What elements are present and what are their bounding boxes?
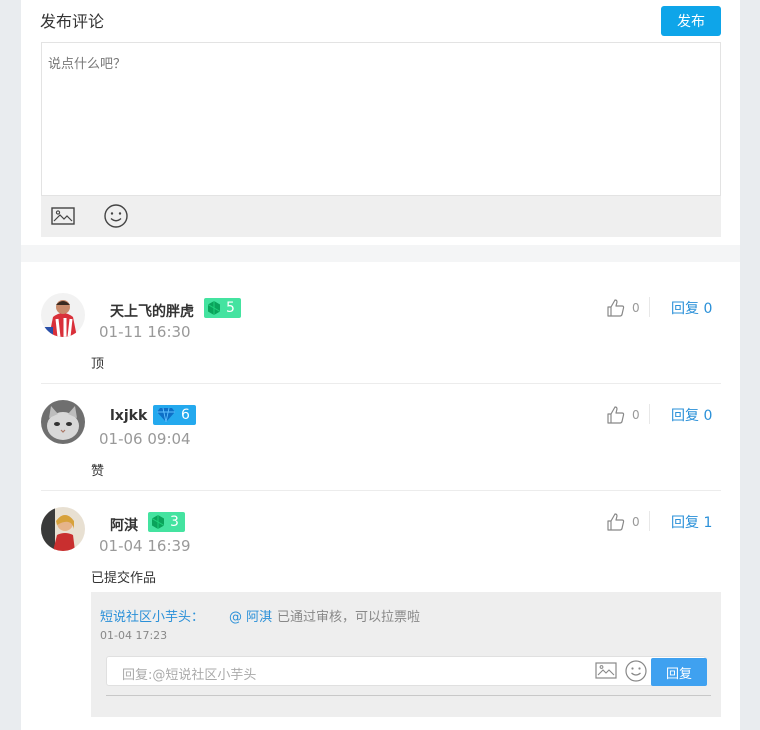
emoji-icon[interactable] — [625, 660, 647, 686]
comment-item: lxjkk 6 01-06 09:04 赞 0 回复 0 — [41, 400, 721, 480]
sub-reply-text: 已通过审核，可以拉票啦 — [277, 610, 421, 625]
separator — [649, 511, 650, 531]
badge-level: 5 — [226, 300, 235, 316]
divider — [41, 383, 721, 384]
sub-reply-box: 短说社区小芋头： @ 阿淇 已通过审核，可以拉票啦 01-04 17:23 回复… — [91, 592, 721, 717]
image-icon[interactable] — [50, 204, 76, 228]
divider — [41, 490, 721, 491]
comment-text: 赞 — [91, 464, 105, 479]
sub-reply-mention[interactable]: @ 阿淇 — [229, 606, 272, 625]
divider — [106, 695, 711, 696]
gem-icon — [208, 301, 220, 315]
sub-reply-time: 01-04 17:23 — [100, 629, 168, 642]
section-gap — [21, 245, 740, 262]
compose-toolbar — [41, 196, 721, 237]
comment-text: 已提交作品 — [91, 571, 157, 586]
like-button[interactable]: 0 — [606, 297, 640, 319]
reply-submit-button[interactable]: 回复 — [651, 658, 707, 686]
comment-item: 天上飞的胖虎 5 01-11 16:30 顶 0 回复 0 — [41, 293, 721, 373]
comment-textarea[interactable]: 说点什么吧？ — [41, 42, 721, 196]
sub-reply-author[interactable]: 短说社区小芋头： — [100, 606, 204, 625]
comment-placeholder: 说点什么吧？ — [48, 57, 127, 72]
compose-title: 发布评论 — [40, 12, 105, 31]
level-badge: 3 — [148, 512, 185, 532]
reply-input[interactable]: 回复:@短说社区小芋头 回复 — [106, 656, 707, 686]
separator — [649, 404, 650, 424]
thumbs-up-icon — [607, 299, 625, 317]
thumbs-up-icon — [607, 513, 625, 531]
like-count: 0 — [632, 515, 640, 529]
badge-level: 6 — [181, 407, 190, 423]
like-count: 0 — [632, 301, 640, 315]
comment-text: 顶 — [91, 357, 105, 372]
publish-button[interactable]: 发布 — [661, 6, 721, 36]
reply-button[interactable]: 回复 1 — [671, 512, 712, 532]
username[interactable]: 阿淇 — [110, 515, 138, 535]
like-button[interactable]: 0 — [606, 511, 640, 533]
like-button[interactable]: 0 — [606, 404, 640, 426]
level-badge: 6 — [153, 405, 196, 425]
diamond-icon — [157, 408, 175, 422]
reply-placeholder: 回复:@短说社区小芋头 — [122, 668, 257, 683]
thumbs-up-icon — [607, 406, 625, 424]
comment-time: 01-06 09:04 — [99, 430, 191, 448]
avatar[interactable] — [41, 507, 85, 551]
comment-time: 01-11 16:30 — [99, 323, 191, 341]
comment-time: 01-04 16:39 — [99, 537, 191, 555]
avatar[interactable] — [41, 293, 85, 337]
reply-button[interactable]: 回复 0 — [671, 405, 712, 425]
reply-button[interactable]: 回复 0 — [671, 298, 712, 318]
emoji-icon[interactable] — [103, 204, 129, 228]
username[interactable]: lxjkk — [110, 408, 147, 424]
comment-item: 阿淇 3 01-04 16:39 已提交作品 0 回复 1 — [41, 507, 721, 587]
avatar[interactable] — [41, 400, 85, 444]
level-badge: 5 — [204, 298, 241, 318]
gem-icon — [152, 515, 164, 529]
like-count: 0 — [632, 408, 640, 422]
image-icon[interactable] — [595, 662, 617, 684]
separator — [649, 297, 650, 317]
badge-level: 3 — [170, 514, 179, 530]
username[interactable]: 天上飞的胖虎 — [110, 301, 194, 321]
